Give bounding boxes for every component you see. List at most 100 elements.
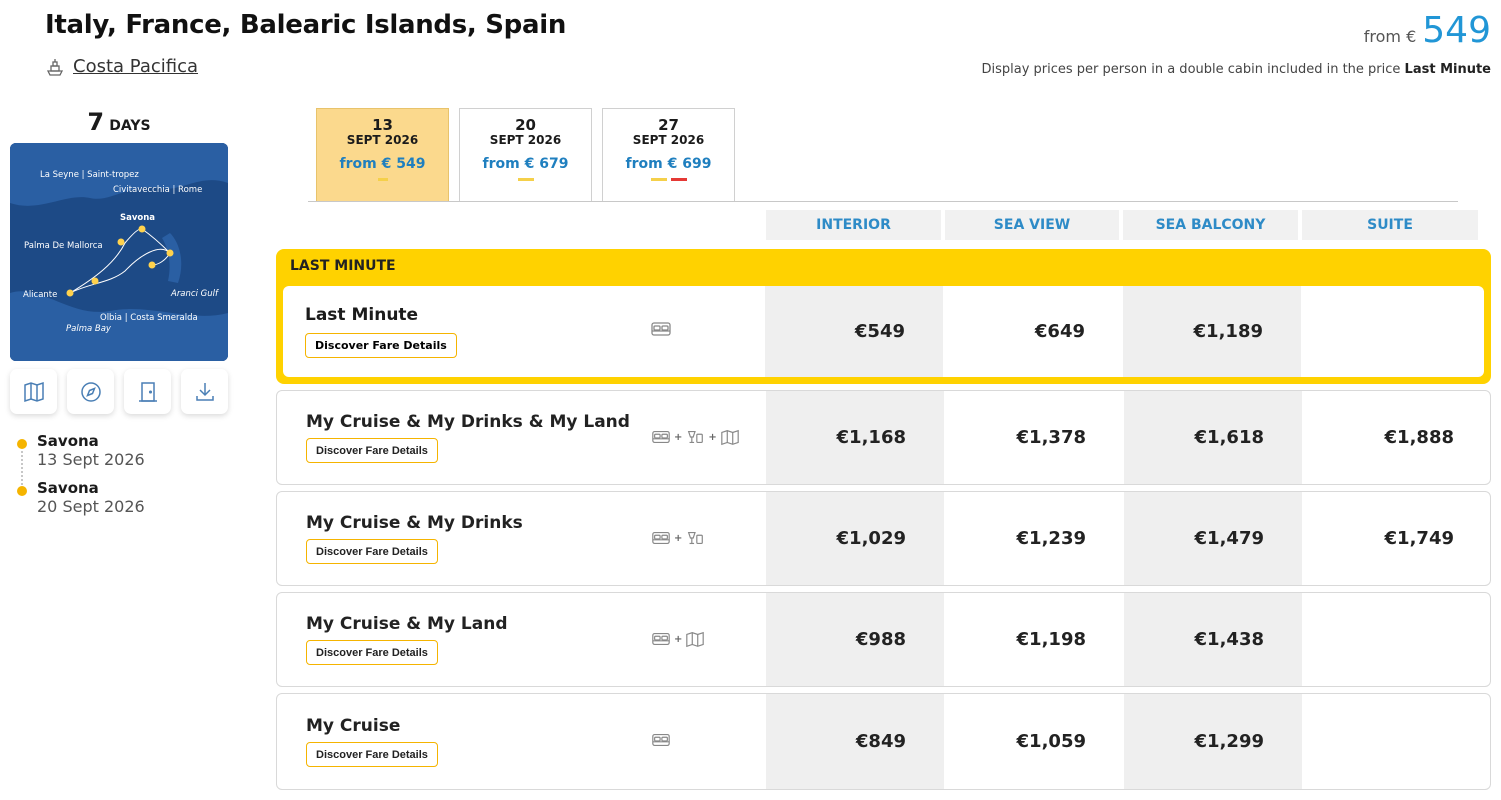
plus-icon: + <box>708 431 717 443</box>
col-header-sea-view: SEA VIEW <box>945 210 1119 240</box>
stop-city: Savona <box>37 479 99 497</box>
price-interior[interactable]: €1,168 <box>766 391 944 484</box>
availability-marks <box>603 178 734 181</box>
date-tab-27-sept[interactable]: 27 SEPT 2026 from € 699 <box>602 108 735 202</box>
from-price-block: from € 549 <box>1364 10 1491 51</box>
price-suite[interactable]: €1,749 <box>1302 492 1490 585</box>
price-sea-view[interactable]: €1,378 <box>944 391 1124 484</box>
tab-day: 13 <box>372 116 393 134</box>
map-label-palma-bay: Palma Bay <box>66 324 112 334</box>
plus-icon: + <box>674 532 683 544</box>
fare-row-last-minute: Last Minute Discover Fare Details €549 €… <box>283 286 1484 377</box>
price-sea-balcony[interactable]: €1,438 <box>1124 593 1302 686</box>
map-label-alicante: Alicante <box>23 290 57 300</box>
fare-row-cruise-drinks-land: My Cruise & My Drinks & My Land Discover… <box>276 390 1491 485</box>
map-label-olbia: Olbia | Costa Smeralda <box>100 313 198 323</box>
col-header-suite: SUITE <box>1302 210 1478 240</box>
discover-fare-details-button[interactable]: Discover Fare Details <box>306 539 438 564</box>
map-icon <box>23 381 44 402</box>
drinks-icon <box>688 531 704 545</box>
price-suite <box>1302 694 1490 789</box>
fare-includes: + + <box>651 428 740 446</box>
price-sea-balcony[interactable]: €1,189 <box>1123 286 1301 377</box>
price-interior[interactable]: €549 <box>765 286 943 377</box>
availability-marks <box>317 178 448 181</box>
availability-mark <box>650 178 667 181</box>
duration-number: 7 <box>87 108 105 136</box>
tab-month: SEPT 2026 <box>346 133 419 147</box>
map-tools <box>10 369 228 414</box>
fare-row-cruise-land: My Cruise & My Land Discover Fare Detail… <box>276 592 1491 687</box>
price-sea-view[interactable]: €1,059 <box>944 694 1124 789</box>
price-sea-view[interactable]: €1,239 <box>944 492 1124 585</box>
price-suite <box>1302 593 1490 686</box>
date-tab-20-sept[interactable]: 20 SEPT 2026 from € 679 <box>459 108 592 202</box>
from-price: 549 <box>1422 10 1491 51</box>
from-label: from € <box>1363 27 1417 46</box>
col-header-sea-balcony: SEA BALCONY <box>1123 210 1298 240</box>
discover-fare-details-button[interactable]: Discover Fare Details <box>306 640 438 665</box>
download-icon <box>195 382 214 401</box>
col-header-interior: INTERIOR <box>766 210 941 240</box>
price-interior[interactable]: €1,029 <box>766 492 944 585</box>
page-title: Italy, France, Balearic Islands, Spain <box>45 10 567 40</box>
bed-icon <box>652 430 670 444</box>
fare-includes: + <box>651 630 705 648</box>
route-map-graphic: La Seyne | Saint-tropez Civitavecchia | … <box>10 143 228 361</box>
discover-fare-details-button[interactable]: Discover Fare Details <box>305 333 457 358</box>
last-minute-box: LAST MINUTE Last Minute Discover Fare De… <box>276 249 1491 384</box>
plus-icon: + <box>674 431 683 443</box>
availability-mark-alert <box>670 178 687 181</box>
availability-marks <box>460 178 591 181</box>
disclaimer-fare: Last Minute <box>1404 62 1491 77</box>
land-map-icon <box>686 631 705 648</box>
ship-name[interactable]: Costa Pacifica <box>73 56 198 77</box>
fare-name: My Cruise <box>306 716 401 736</box>
fare-includes <box>651 731 671 749</box>
fare-row-cruise: My Cruise Discover Fare Details €849 €1,… <box>276 693 1491 790</box>
tab-price: from € 549 <box>339 156 426 172</box>
price-suite[interactable]: €1,888 <box>1302 391 1490 484</box>
stop-marker <box>17 439 27 449</box>
cabins-button[interactable] <box>124 369 171 414</box>
duration: 7 DAYS <box>10 108 228 136</box>
price-sea-balcony[interactable]: €1,618 <box>1124 391 1302 484</box>
price-sea-balcony[interactable]: €1,479 <box>1124 492 1302 585</box>
map-view-button[interactable] <box>10 369 57 414</box>
ship-link[interactable]: Costa Pacifica <box>45 56 198 77</box>
explore-button[interactable] <box>67 369 114 414</box>
discover-fare-details-button[interactable]: Discover Fare Details <box>306 438 438 463</box>
fare-row-cruise-drinks: My Cruise & My Drinks Discover Fare Deta… <box>276 491 1491 586</box>
departure-date-tabs: 13 SEPT 2026 from € 549 20 SEPT 2026 fro… <box>316 108 735 202</box>
map-label-civitavecchia: Civitavecchia | Rome <box>113 185 202 195</box>
fare-includes: + <box>651 529 705 547</box>
availability-mark <box>377 178 388 181</box>
bed-icon <box>652 531 670 545</box>
tab-month: SEPT 2026 <box>489 133 562 147</box>
price-interior[interactable]: €849 <box>766 694 944 789</box>
tab-day: 20 <box>515 116 536 134</box>
price-sea-balcony[interactable]: €1,299 <box>1124 694 1302 789</box>
fare-name: My Cruise & My Land <box>306 614 508 634</box>
land-map-icon <box>721 429 739 446</box>
map-label-palma: Palma De Mallorca <box>24 241 103 251</box>
fare-includes <box>650 320 672 342</box>
door-icon <box>138 381 157 402</box>
stop-marker <box>17 486 27 496</box>
price-sea-view[interactable]: €649 <box>943 286 1123 377</box>
map-label-la-seyne: La Seyne | Saint-tropez <box>40 170 139 180</box>
tab-month: SEPT 2026 <box>632 133 705 147</box>
tab-price: from € 679 <box>482 156 569 172</box>
discover-fare-details-button[interactable]: Discover Fare Details <box>306 742 438 767</box>
disclaimer-text: Display prices per person in a double ca… <box>981 62 1401 77</box>
bed-icon <box>652 632 670 646</box>
stop-date: 20 Sept 2026 <box>37 497 145 516</box>
itinerary-stop: Savona 13 Sept 2026 <box>17 432 145 469</box>
map-label-savona: Savona <box>120 213 155 223</box>
download-button[interactable] <box>181 369 228 414</box>
route-map[interactable]: La Seyne | Saint-tropez Civitavecchia | … <box>10 143 228 361</box>
date-tab-13-sept[interactable]: 13 SEPT 2026 from € 549 <box>316 108 449 202</box>
price-sea-view[interactable]: €1,198 <box>944 593 1124 686</box>
bed-icon <box>652 733 670 747</box>
price-interior[interactable]: €988 <box>766 593 944 686</box>
